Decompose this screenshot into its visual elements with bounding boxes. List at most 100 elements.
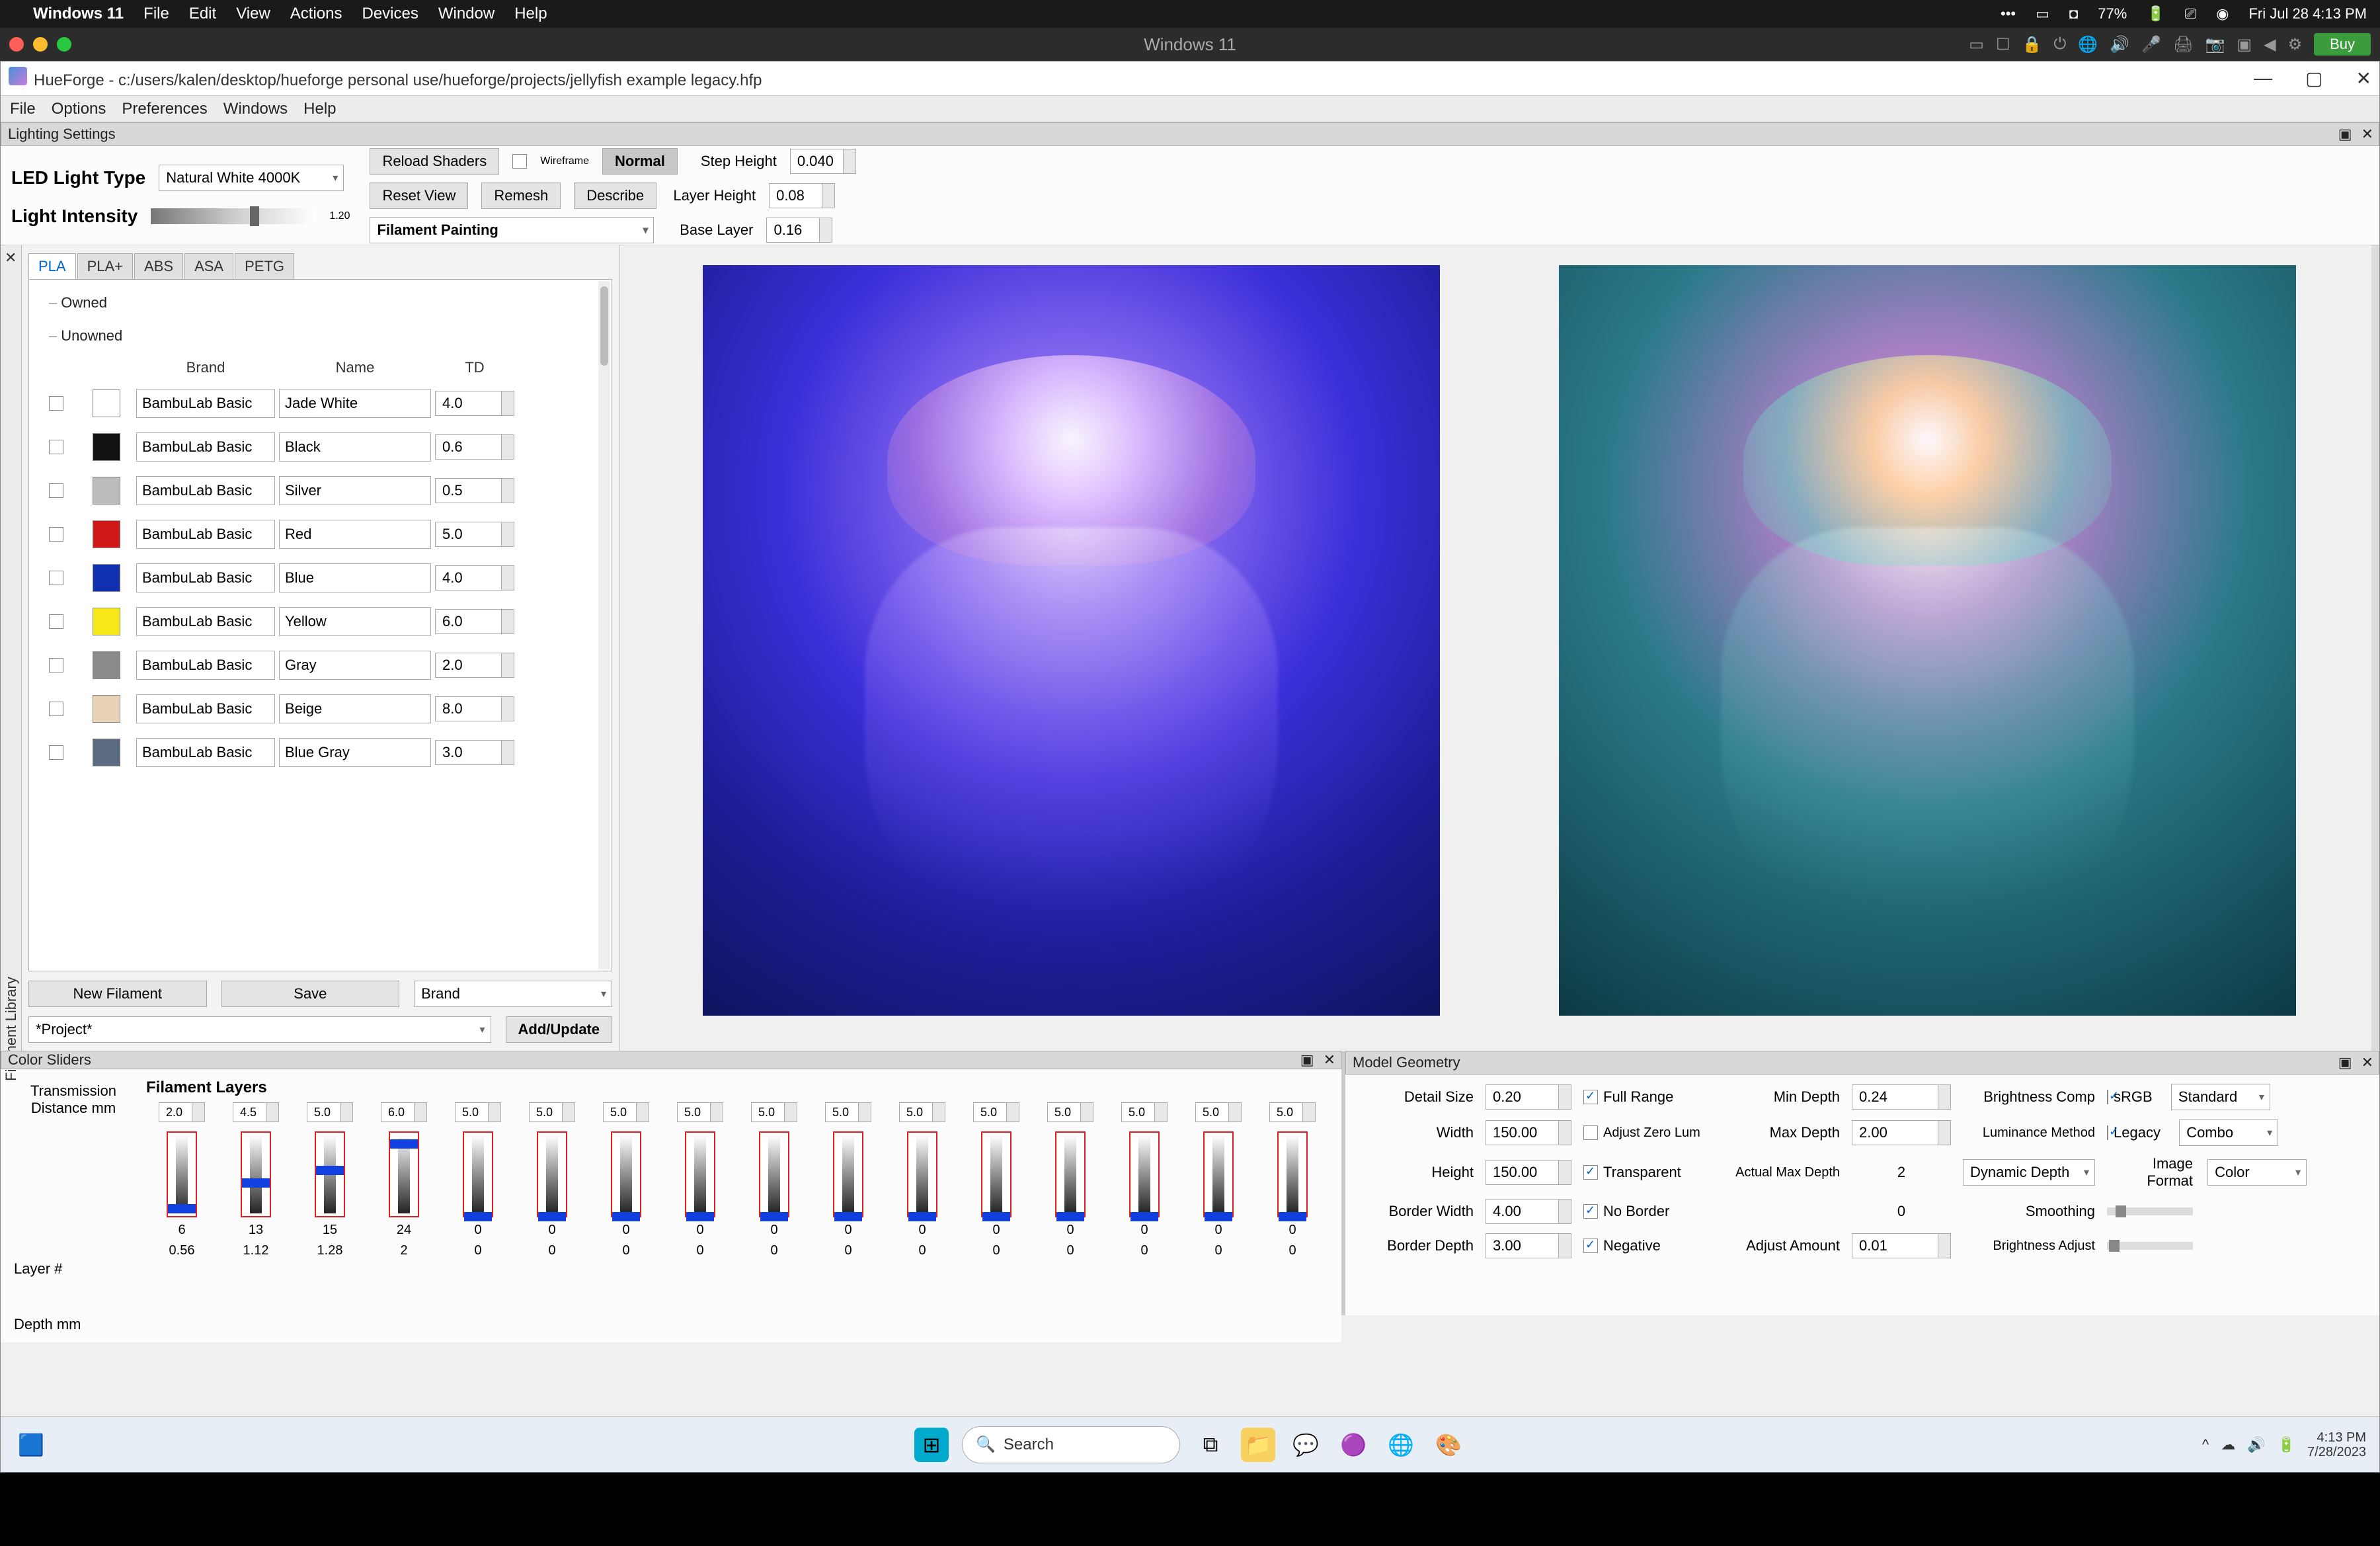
battery-icon[interactable]: 🔋 (2147, 5, 2164, 22)
remesh-button[interactable]: Remesh (481, 183, 561, 209)
group-unowned[interactable]: –Unowned (49, 319, 596, 352)
border-width-input[interactable]: 4.00 (1486, 1199, 1571, 1224)
tray-onedrive-icon[interactable]: ☁ (2221, 1436, 2235, 1453)
transparent-checkbox[interactable] (1583, 1165, 1598, 1180)
filament-brand-input[interactable]: BambuLab Basic (136, 738, 275, 767)
mac-app-name[interactable]: Windows 11 (33, 5, 124, 23)
layer-td-input[interactable]: 5.0 (899, 1102, 945, 1122)
luminance-method-combo[interactable]: Combo (2179, 1119, 2278, 1146)
vm-mic-icon[interactable]: 🎤 (2141, 35, 2161, 54)
vm-stack-icon[interactable]: ☐ (1996, 35, 2010, 54)
filament-brand-input[interactable]: BambuLab Basic (136, 432, 275, 462)
vm-buy-button[interactable]: Buy (2314, 33, 2371, 56)
filament-td-input[interactable]: 3.0 (435, 740, 514, 765)
layer-td-input[interactable]: 5.0 (1047, 1102, 1093, 1122)
layer-td-input[interactable]: 5.0 (603, 1102, 649, 1122)
preview-original[interactable] (1559, 265, 2296, 1016)
filament-swatch[interactable] (93, 477, 120, 505)
brightness-comp-combo[interactable]: Standard (2171, 1084, 2270, 1110)
vm-sound-icon[interactable]: 🔊 (2110, 35, 2129, 54)
mac-menu-help[interactable]: Help (514, 5, 547, 23)
vm-camera-icon[interactable]: 📷 (2205, 35, 2225, 54)
wireframe-checkbox[interactable] (512, 154, 527, 169)
negative-checkbox[interactable] (1583, 1239, 1598, 1253)
mac-menu-devices[interactable]: Devices (362, 5, 418, 23)
filament-checkbox[interactable] (49, 745, 63, 760)
layer-slider[interactable] (981, 1131, 1012, 1217)
group-owned[interactable]: –Owned (49, 286, 596, 319)
panel-close-icon[interactable]: ✕ (2361, 1054, 2373, 1071)
teams-icon[interactable]: 💬 (1289, 1428, 1323, 1462)
adjust-amount-input[interactable]: 0.01 (1852, 1233, 1951, 1258)
traffic-max-icon[interactable] (57, 37, 71, 52)
layer-td-input[interactable]: 5.0 (1195, 1102, 1242, 1122)
filament-checkbox[interactable] (49, 571, 63, 585)
base-layer-input[interactable]: 0.16 (766, 218, 832, 243)
filament-name-input[interactable]: Red (279, 520, 431, 549)
mac-datetime[interactable]: Fri Jul 28 4:13 PM (2248, 5, 2367, 22)
filament-checkbox[interactable] (49, 614, 63, 629)
filament-brand-input[interactable]: BambuLab Basic (136, 563, 275, 592)
mac-menu-actions[interactable]: Actions (290, 5, 342, 23)
filament-td-input[interactable]: 0.6 (435, 434, 514, 460)
menu-windows[interactable]: Windows (223, 100, 288, 118)
panel-close-icon[interactable]: ✕ (1324, 1051, 1335, 1069)
legacy-checkbox[interactable] (2107, 1125, 2108, 1140)
layer-td-input[interactable]: 5.0 (973, 1102, 1019, 1122)
layer-slider[interactable] (241, 1131, 271, 1217)
detail-size-input[interactable]: 0.20 (1486, 1084, 1571, 1110)
srgb-checkbox[interactable] (2107, 1090, 2108, 1104)
brand-combo[interactable]: Brand (414, 981, 612, 1007)
layer-slider[interactable] (1129, 1131, 1160, 1217)
mac-menu-file[interactable]: File (143, 5, 169, 23)
toggle-icon[interactable]: ⎚ (2185, 5, 2197, 22)
filament-name-input[interactable]: Blue (279, 563, 431, 592)
filament-brand-input[interactable]: BambuLab Basic (136, 651, 275, 680)
explorer-icon[interactable]: 📁 (1241, 1428, 1275, 1462)
menu-help[interactable]: Help (303, 100, 336, 118)
normal-button[interactable]: Normal (602, 148, 678, 175)
filament-swatch[interactable] (93, 389, 120, 417)
vm-print-icon[interactable]: 🖨 (2173, 35, 2193, 54)
taskbar-clock[interactable]: 4:13 PM 7/28/2023 (2307, 1430, 2366, 1459)
mac-menu-view[interactable]: View (236, 5, 270, 23)
filament-td-input[interactable]: 4.0 (435, 565, 514, 590)
screen-icon[interactable]: ▭ (2036, 5, 2049, 22)
vm-display-icon[interactable]: ▣ (2237, 35, 2252, 54)
filament-swatch[interactable] (93, 651, 120, 679)
traffic-min-icon[interactable] (33, 37, 48, 52)
filament-name-input[interactable]: Black (279, 432, 431, 462)
filament-name-input[interactable]: Jade White (279, 389, 431, 418)
task-view-icon[interactable]: ⧉ (1193, 1428, 1228, 1462)
tray-battery-icon[interactable]: 🔋 (2278, 1436, 2295, 1453)
image-format-combo[interactable]: Color (2207, 1159, 2307, 1186)
layer-td-input[interactable]: 5.0 (825, 1102, 871, 1122)
full-range-checkbox[interactable] (1583, 1090, 1598, 1104)
filament-name-input[interactable]: Blue Gray (279, 738, 431, 767)
panel-close-icon[interactable]: ✕ (2361, 126, 2373, 143)
tray-sound-icon[interactable]: 🔊 (2247, 1436, 2265, 1453)
filament-td-input[interactable]: 8.0 (435, 696, 514, 721)
mac-menu-edit[interactable]: Edit (189, 5, 216, 23)
filament-name-input[interactable]: Gray (279, 651, 431, 680)
filament-swatch[interactable] (93, 608, 120, 635)
filament-checkbox[interactable] (49, 483, 63, 498)
filament-swatch[interactable] (93, 564, 120, 592)
layer-slider[interactable] (389, 1131, 419, 1217)
filament-td-input[interactable]: 4.0 (435, 391, 514, 416)
width-input[interactable]: 150.00 (1486, 1120, 1571, 1145)
layer-td-input[interactable]: 5.0 (529, 1102, 575, 1122)
menu-options[interactable]: Options (52, 100, 106, 118)
tray-chevron-icon[interactable]: ^ (2202, 1436, 2209, 1453)
filament-td-input[interactable]: 2.0 (435, 653, 514, 678)
vm-power-icon[interactable]: ⏻ (2053, 35, 2066, 54)
panel-popout-icon[interactable]: ▣ (2338, 126, 2352, 143)
menu-preferences[interactable]: Preferences (122, 100, 207, 118)
layer-slider[interactable] (611, 1131, 641, 1217)
filament-checkbox[interactable] (49, 396, 63, 411)
reload-shaders-button[interactable]: Reload Shaders (370, 148, 499, 175)
layer-td-input[interactable]: 5.0 (307, 1102, 353, 1122)
smoothing-slider[interactable] (2107, 1207, 2193, 1215)
filament-checkbox[interactable] (49, 440, 63, 454)
tab-petg[interactable]: PETG (235, 253, 294, 280)
